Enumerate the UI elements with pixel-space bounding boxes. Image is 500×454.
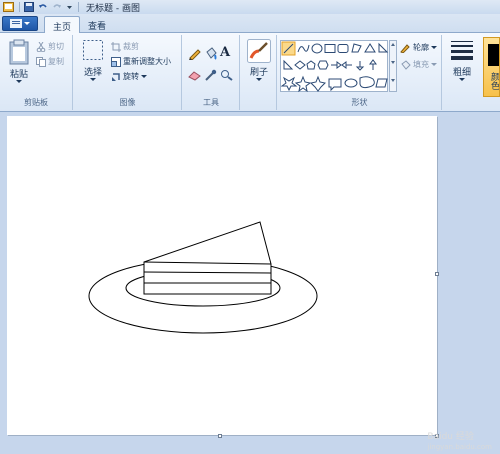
brushes-group: 刷子 bbox=[241, 35, 277, 110]
cake-drawing bbox=[88, 221, 318, 334]
ribbon-tab-row: 主页 查看 bbox=[0, 14, 500, 33]
size-button[interactable]: 粗细 bbox=[447, 39, 477, 82]
chevron-down-icon bbox=[24, 22, 30, 25]
menu-icon bbox=[10, 19, 22, 28]
chevron-down-icon bbox=[431, 45, 437, 49]
resize-handle-bottom[interactable] bbox=[218, 434, 222, 438]
eraser-icon[interactable] bbox=[188, 69, 201, 81]
paste-button[interactable]: 粘贴 bbox=[6, 39, 32, 84]
tools-group-label: 工具 bbox=[203, 98, 219, 107]
save-icon[interactable] bbox=[23, 2, 35, 13]
chevron-down-icon bbox=[90, 78, 96, 81]
text-tool-icon[interactable]: A bbox=[220, 45, 230, 60]
rotate-button[interactable]: 旋转 bbox=[111, 71, 147, 82]
window-title: 无标题 - 画图 bbox=[86, 3, 140, 14]
clipboard-group-label: 剪贴板 bbox=[24, 98, 48, 107]
separator bbox=[78, 2, 79, 12]
title-bar: 无标题 - 画图 bbox=[0, 0, 500, 14]
shapes-gallery-icons bbox=[280, 41, 389, 93]
resize-button[interactable]: 重新调整大小 bbox=[111, 56, 171, 67]
crop-icon bbox=[111, 41, 121, 52]
undo-icon[interactable] bbox=[37, 2, 49, 13]
separator bbox=[19, 2, 20, 12]
resize-label: 重新调整大小 bbox=[123, 57, 171, 66]
chevron-down-icon bbox=[141, 74, 147, 78]
chevron-down-icon bbox=[431, 62, 437, 66]
customize-toolbar-icon[interactable] bbox=[65, 2, 73, 13]
image-group: 选择 裁剪 重新调整大小 旋转 图像 bbox=[74, 35, 182, 110]
rotate-icon bbox=[112, 72, 120, 81]
chevron-down-icon bbox=[16, 80, 22, 83]
chevron-down-icon bbox=[256, 78, 262, 81]
ribbon: 粘贴 剪切 复制 剪贴板 选择 裁剪 重新调整大小 旋转 图像 A 工具 刷子 … bbox=[0, 33, 500, 112]
line-width-icon bbox=[451, 41, 473, 60]
brushes-label: 刷子 bbox=[249, 68, 268, 78]
fill-button[interactable]: 填充 bbox=[400, 59, 437, 70]
tab-view[interactable]: 查看 bbox=[80, 16, 114, 33]
clipboard-group: 粘贴 剪切 复制 剪贴板 bbox=[0, 35, 73, 110]
magnifier-icon[interactable] bbox=[220, 69, 233, 81]
shapes-group: 轮廓 填充 形状 bbox=[278, 35, 442, 110]
tools-group: A 工具 bbox=[183, 35, 240, 110]
outline-icon bbox=[400, 43, 410, 53]
select-label: 选择 bbox=[83, 68, 102, 78]
paste-label: 粘贴 bbox=[9, 70, 28, 80]
image-group-label: 图像 bbox=[119, 98, 136, 107]
copy-label: 复制 bbox=[48, 57, 64, 66]
clipboard-icon bbox=[9, 39, 29, 65]
fill-bucket-icon[interactable] bbox=[204, 47, 217, 60]
select-icon bbox=[83, 40, 103, 60]
resize-icon bbox=[111, 56, 121, 67]
pencil-icon[interactable] bbox=[188, 47, 201, 60]
chevron-down-icon bbox=[459, 78, 465, 81]
crop-label: 裁剪 bbox=[123, 42, 139, 51]
outline-label: 轮廓 bbox=[413, 43, 429, 52]
size-label: 粗细 bbox=[452, 68, 471, 78]
resize-handle-right[interactable] bbox=[435, 272, 439, 276]
fill-label: 填充 bbox=[413, 60, 429, 69]
crop-button[interactable]: 裁剪 bbox=[111, 41, 139, 52]
brushes-button[interactable]: 刷子 bbox=[245, 39, 273, 82]
redo-icon[interactable] bbox=[51, 2, 63, 13]
select-button[interactable]: 选择 bbox=[80, 39, 106, 82]
paint-app-icon[interactable] bbox=[2, 2, 14, 13]
shapes-gallery bbox=[280, 40, 389, 93]
cut-label: 剪切 bbox=[48, 42, 64, 51]
scissors-icon bbox=[36, 41, 46, 52]
color-picker-icon[interactable] bbox=[204, 69, 217, 81]
shapes-gallery-scrollbar[interactable] bbox=[389, 40, 397, 92]
tab-home[interactable]: 主页 bbox=[44, 16, 81, 33]
color1-swatch bbox=[488, 44, 499, 66]
fill-icon bbox=[401, 59, 411, 70]
paint-menu-button[interactable] bbox=[2, 16, 38, 31]
rotate-label: 旋转 bbox=[123, 72, 139, 81]
shapes-group-label: 形状 bbox=[351, 98, 368, 107]
color1-label: 颜色 bbox=[489, 72, 499, 90]
outline-button[interactable]: 轮廓 bbox=[400, 42, 437, 53]
brush-icon bbox=[247, 39, 271, 63]
cut-button[interactable]: 剪切 bbox=[36, 41, 64, 52]
watermark: Baidu 经验 jingyan.baidu.com bbox=[427, 432, 492, 451]
copy-icon bbox=[36, 56, 46, 67]
drawing-canvas[interactable] bbox=[7, 116, 437, 435]
copy-button[interactable]: 复制 bbox=[36, 56, 64, 67]
color1-button[interactable]: 颜色 bbox=[483, 37, 500, 97]
